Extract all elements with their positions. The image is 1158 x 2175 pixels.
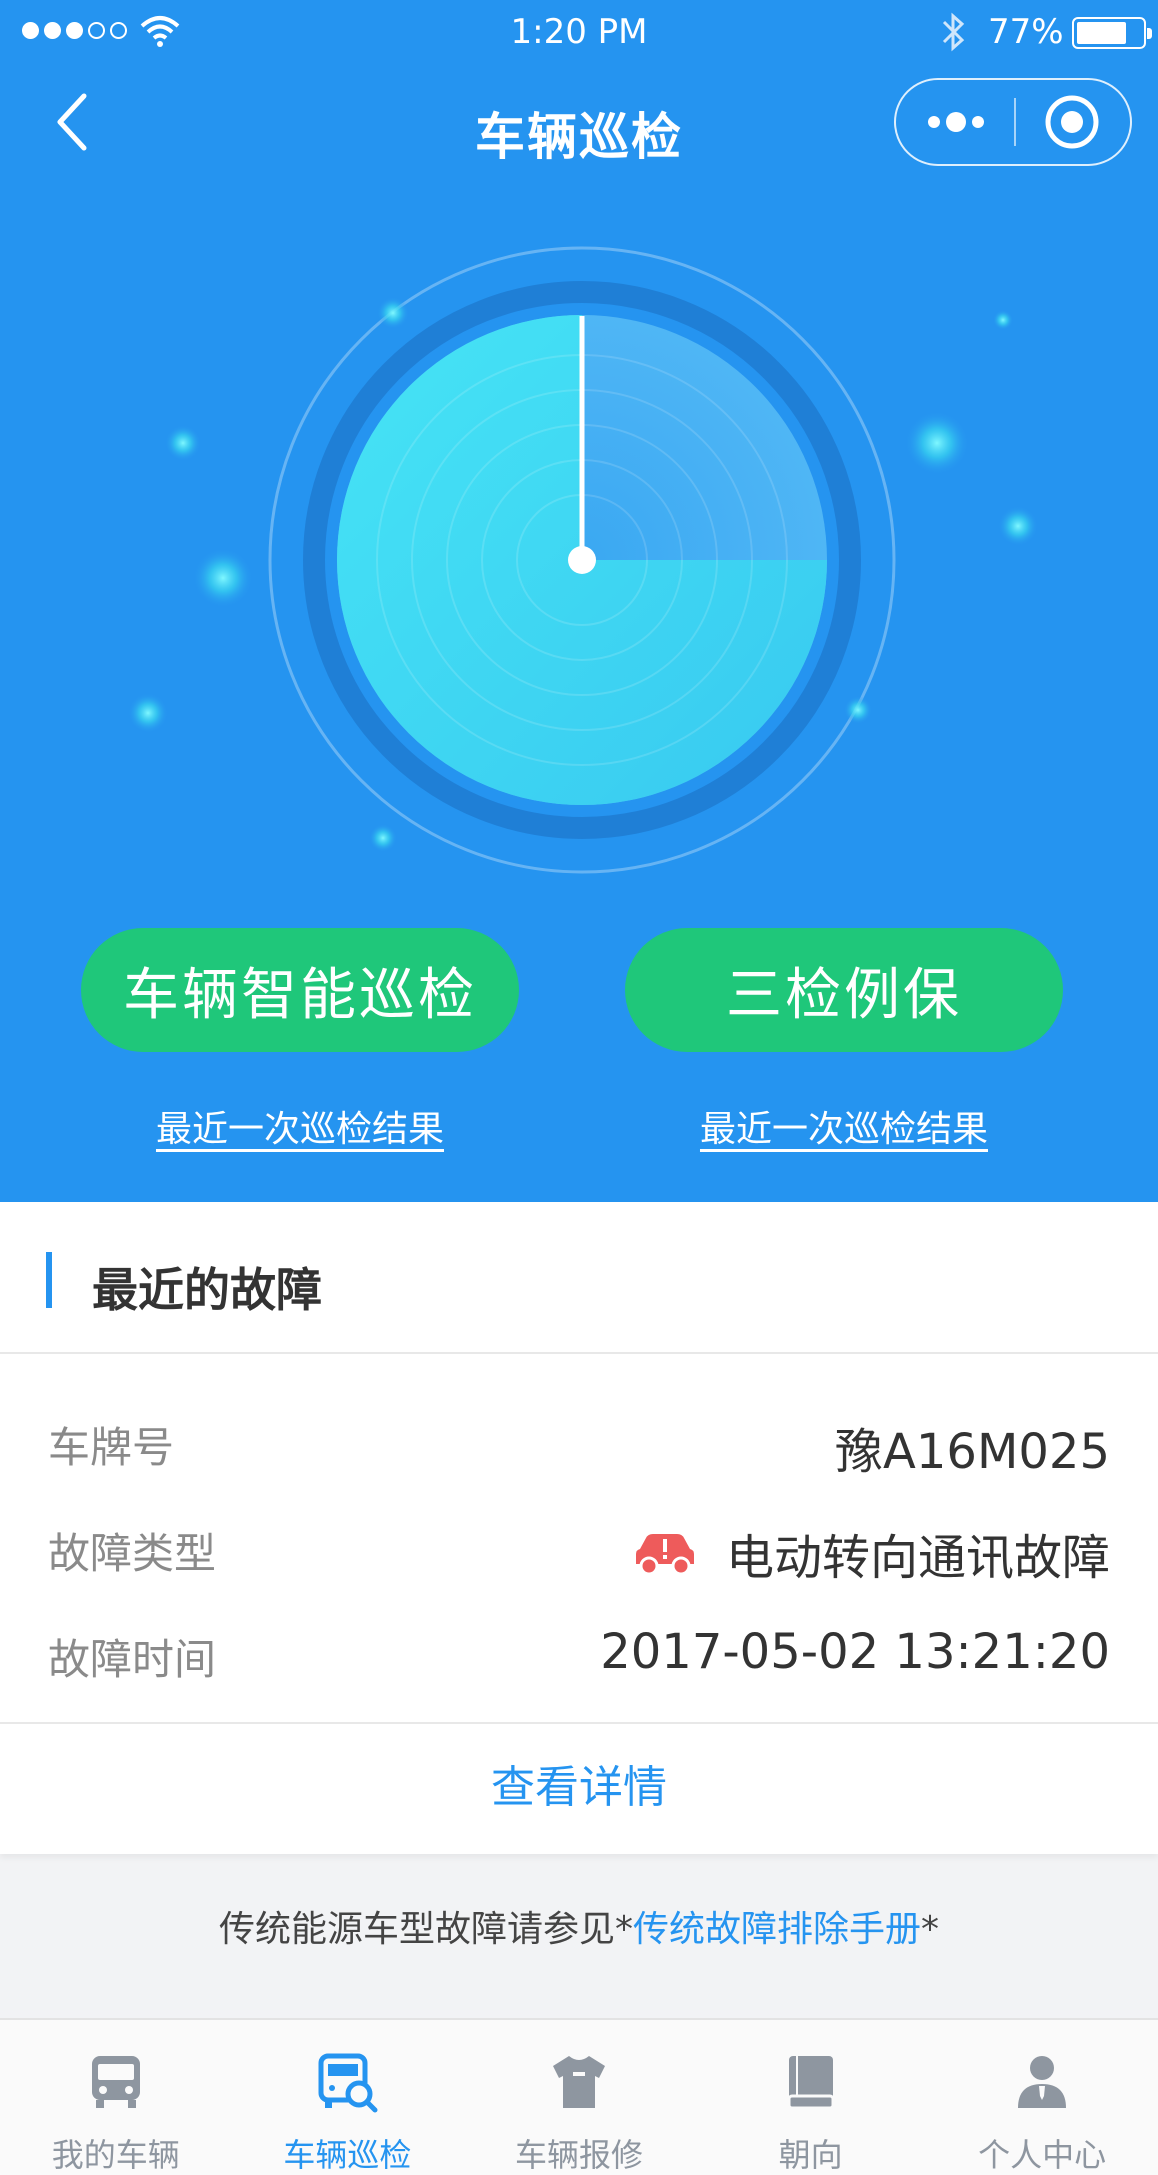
- tab-vehicle-repair[interactable]: 车辆报修: [463, 2020, 695, 2175]
- footer-note-suffix: *: [921, 1909, 940, 1950]
- fault-time-row: 故障时间 2017-05-02 13:21:20: [0, 1598, 1158, 1698]
- recent-fault-card: 最近的故障 车牌号 豫A16M025 故障类型 电动转向通讯故障 故障时间 20…: [0, 1202, 1158, 1854]
- fault-type-label: 故障类型: [48, 1529, 217, 1578]
- person-icon: [1018, 2056, 1067, 2108]
- status-bar: 1:20 PM 77%: [0, 0, 1158, 62]
- plate-row: 车牌号 豫A16M025: [0, 1386, 1158, 1486]
- card-title: 最近的故障: [92, 1263, 322, 1317]
- fault-type-value: 电动转向通讯故障: [725, 1530, 1110, 1586]
- section-accent-bar: [46, 1252, 52, 1308]
- radar-graphic: [128, 246, 1038, 874]
- more-button[interactable]: [896, 80, 1014, 164]
- fault-type-row: 故障类型 电动转向通讯故障: [0, 1492, 1158, 1592]
- three-checks-button[interactable]: 三检例保: [625, 928, 1063, 1052]
- bus-icon: [91, 2056, 140, 2108]
- battery-icon: [1072, 17, 1152, 49]
- car-alert-icon: [635, 1534, 694, 1576]
- book-icon: [787, 2056, 835, 2110]
- fault-time-value: 2017-05-02 13:21:20: [600, 1624, 1110, 1680]
- status-time: 1:20 PM: [510, 12, 648, 52]
- last-result-link-right[interactable]: 最近一次巡检结果: [625, 1100, 1063, 1152]
- fault-time-label: 故障时间: [48, 1635, 217, 1684]
- tab-vehicle-inspection[interactable]: 车辆巡检: [232, 2020, 464, 2175]
- tab-label: 车辆巡检: [283, 2136, 412, 2174]
- tab-orientation[interactable]: 朝向: [695, 2020, 927, 2175]
- battery-percent: 77%: [988, 12, 1064, 52]
- fault-type-value-group: 电动转向通讯故障: [632, 1518, 1110, 1588]
- troubleshooting-manual-link[interactable]: 传统故障排除手册: [633, 1909, 921, 1950]
- tab-label: 车辆报修: [514, 2136, 643, 2174]
- tab-personal-center[interactable]: 个人中心: [926, 2020, 1158, 2175]
- close-button[interactable]: [1016, 80, 1130, 164]
- tab-bar: 我的车辆 车辆巡检 车辆报修 朝向 个人中心: [0, 2018, 1158, 2175]
- view-details-link[interactable]: 查看详情: [0, 1724, 1158, 1852]
- footer-note-prefix: 传统能源车型故障请参见*: [218, 1909, 633, 1950]
- plate-value: 豫A16M025: [835, 1424, 1110, 1480]
- hero-section: 1:20 PM 77% 车辆巡检 车辆智能巡检 三检例保 最近一次巡检结果 最近…: [0, 0, 1158, 1202]
- footer-note: 传统能源车型故障请参见*传统故障排除手册*: [0, 1900, 1158, 1952]
- tab-my-vehicle[interactable]: 我的车辆: [0, 2020, 232, 2175]
- repair-shirt-icon: [552, 2056, 605, 2108]
- tab-label: 个人中心: [978, 2136, 1107, 2174]
- bluetooth-icon: [942, 12, 965, 52]
- nav-bar: 车辆巡检: [0, 62, 1158, 182]
- bus-search-icon: [318, 2053, 378, 2113]
- plate-label: 车牌号: [48, 1423, 175, 1472]
- close-target-icon: [1045, 95, 1099, 149]
- tab-label: 朝向: [778, 2136, 843, 2174]
- last-result-link-left[interactable]: 最近一次巡检结果: [81, 1100, 519, 1152]
- card-header: 最近的故障: [0, 1202, 1158, 1354]
- smart-inspection-button[interactable]: 车辆智能巡检: [81, 928, 519, 1052]
- mini-program-capsule: [894, 78, 1132, 166]
- tab-label: 我的车辆: [51, 2136, 180, 2174]
- more-dots-icon: [928, 112, 984, 132]
